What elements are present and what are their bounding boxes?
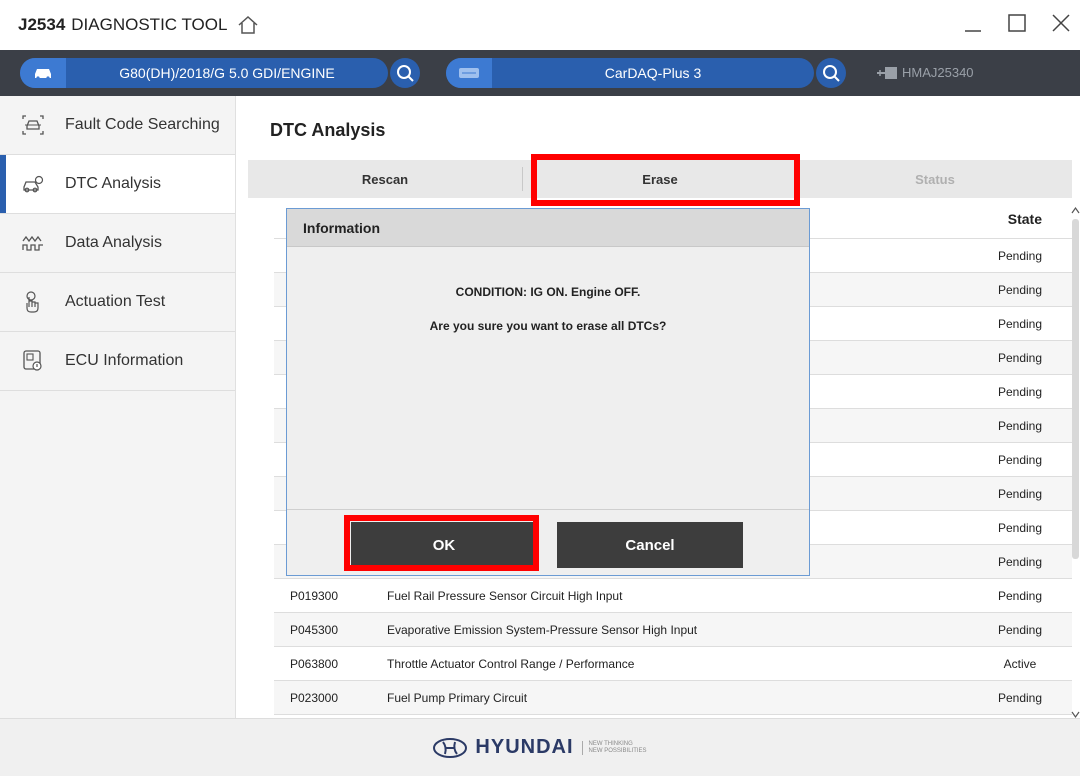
maximize-icon xyxy=(1008,14,1026,32)
sidebar-item-ecu-information[interactable]: ECU Information xyxy=(0,332,235,391)
brand-tagline: NEW THINKING NEW POSSIBILITIES xyxy=(581,740,647,755)
dtc-description: Fuel Pump Primary Circuit xyxy=(387,691,528,705)
dtc-state: Pending xyxy=(997,249,1043,263)
sidebar-item-label: Fault Code Searching xyxy=(65,116,220,133)
table-row[interactable]: P019300 Fuel Rail Pressure Sensor Circuit… xyxy=(274,579,1072,613)
device-bar: G80(DH)/2018/G 5.0 GDI/ENGINE CarDAQ-Plu… xyxy=(0,50,1080,96)
hand-touch-icon xyxy=(22,291,44,313)
sidebar-item-actuation-test[interactable]: Actuation Test xyxy=(0,273,235,332)
dtc-state: Pending xyxy=(997,351,1043,365)
keyboard-device-icon xyxy=(446,58,492,88)
information-dialog: Information CONDITION: IG ON. Engine OFF… xyxy=(286,208,810,576)
close-icon xyxy=(1052,14,1070,32)
dtc-state: Pending xyxy=(997,487,1043,501)
tagline-line-1: NEW THINKING xyxy=(588,740,633,747)
table-scrollbar[interactable] xyxy=(1071,205,1080,720)
dtc-description: Throttle Actuator Control Range / Perfor… xyxy=(387,657,635,671)
dtc-state: Pending xyxy=(997,453,1043,467)
scroll-up-arrow-icon[interactable] xyxy=(1071,205,1080,215)
dtc-code: P045300 xyxy=(289,623,339,637)
dialog-condition-text: CONDITION: IG ON. Engine OFF. xyxy=(455,285,641,299)
erase-button[interactable]: Erase xyxy=(523,160,797,198)
title-bar: J2534 DIAGNOSTIC TOOL xyxy=(0,0,1080,50)
minimize-icon xyxy=(965,30,981,32)
dialog-footer: OK Cancel xyxy=(287,509,809,576)
sidebar-item-label: Actuation Test xyxy=(65,293,166,310)
dtc-code: P063800 xyxy=(289,657,339,671)
waveform-icon xyxy=(22,232,44,254)
dialog-body: CONDITION: IG ON. Engine OFF. Are you su… xyxy=(287,247,809,509)
dtc-state: Pending xyxy=(997,385,1043,399)
dtc-state: Pending xyxy=(997,283,1043,297)
table-row[interactable]: P023000 Fuel Pump Primary Circuit Pending xyxy=(274,681,1072,715)
search-icon xyxy=(397,65,414,82)
dialog-title: Information xyxy=(287,209,809,247)
dtc-code: P023000 xyxy=(289,691,339,705)
page-title: DTC Analysis xyxy=(270,120,386,140)
vehicle-search-button[interactable] xyxy=(390,58,420,88)
footer: HYUNDAI NEW THINKING NEW POSSIBILITIES xyxy=(0,718,1080,776)
app-title: J2534 DIAGNOSTIC TOOL xyxy=(18,15,259,35)
car-icon xyxy=(20,58,66,88)
dtc-state: Pending xyxy=(997,317,1043,331)
table-row[interactable]: P063800 Throttle Actuator Control Range /… xyxy=(274,647,1072,681)
dtc-state: Active xyxy=(1003,657,1037,671)
dtc-code: P019300 xyxy=(289,589,339,603)
tagline-line-2: NEW POSSIBILITIES xyxy=(588,747,647,754)
interface-label: CarDAQ-Plus 3 xyxy=(604,65,702,81)
vehicle-label: G80(DH)/2018/G 5.0 GDI/ENGINE xyxy=(119,65,335,81)
ecu-chip-icon xyxy=(22,350,44,372)
brand-name: HYUNDAI xyxy=(475,736,574,758)
search-icon xyxy=(823,65,840,82)
sidebar-item-fault-code-searching[interactable]: Fault Code Searching xyxy=(0,96,235,155)
status-button[interactable]: Status xyxy=(798,160,1072,198)
minimize-button[interactable] xyxy=(962,12,984,34)
connection-plug-icon xyxy=(877,66,897,79)
scroll-thumb[interactable] xyxy=(1072,219,1079,559)
dtc-state: Pending xyxy=(997,623,1043,637)
table-row[interactable]: P045300 Evaporative Emission System-Press… xyxy=(274,613,1072,647)
app-title-text: DIAGNOSTIC TOOL xyxy=(71,15,228,34)
hyundai-logo: HYUNDAI NEW THINKING NEW POSSIBILITIES xyxy=(433,736,647,759)
dtc-state: Pending xyxy=(997,589,1043,603)
rescan-button[interactable]: Rescan xyxy=(248,160,522,198)
interface-search-button[interactable] xyxy=(816,58,846,88)
hyundai-emblem-icon xyxy=(433,737,468,758)
sidebar-item-label: ECU Information xyxy=(65,352,184,369)
car-scan-icon xyxy=(22,114,44,136)
dtc-state: Pending xyxy=(997,691,1043,705)
sidebar-item-dtc-analysis[interactable]: DTC Analysis xyxy=(0,155,235,214)
maximize-button[interactable] xyxy=(1006,12,1028,34)
serial-indicator: HMAJ25340 xyxy=(876,65,974,80)
sidebar-item-data-analysis[interactable]: Data Analysis xyxy=(0,214,235,273)
dtc-description: Fuel Rail Pressure Sensor Circuit High I… xyxy=(387,589,623,603)
interface-selector[interactable]: CarDAQ-Plus 3 xyxy=(446,58,814,88)
dtc-state: Pending xyxy=(997,419,1043,433)
dialog-question-text: Are you sure you want to erase all DTCs? xyxy=(429,319,667,333)
action-tabs: Rescan Erase Status xyxy=(248,160,1072,198)
home-icon[interactable] xyxy=(237,15,259,35)
car-wrench-icon xyxy=(22,173,44,195)
dtc-state: Pending xyxy=(997,521,1043,535)
ok-button[interactable]: OK xyxy=(351,522,537,568)
sidebar-item-label: Data Analysis xyxy=(65,234,162,251)
dtc-description: Evaporative Emission System-Pressure Sen… xyxy=(387,623,698,637)
vehicle-selector[interactable]: G80(DH)/2018/G 5.0 GDI/ENGINE xyxy=(20,58,388,88)
cancel-button[interactable]: Cancel xyxy=(557,522,743,568)
sidebar-item-label: DTC Analysis xyxy=(65,175,162,192)
serial-label: HMAJ25340 xyxy=(902,65,974,80)
column-header-state: State xyxy=(1007,211,1042,227)
window-controls xyxy=(962,12,1072,34)
dtc-state: Pending xyxy=(997,555,1043,569)
app-title-bold: J2534 xyxy=(18,15,66,34)
sidebar: Fault Code Searching DTC Analysis Data A… xyxy=(0,96,236,718)
close-button[interactable] xyxy=(1050,12,1072,34)
